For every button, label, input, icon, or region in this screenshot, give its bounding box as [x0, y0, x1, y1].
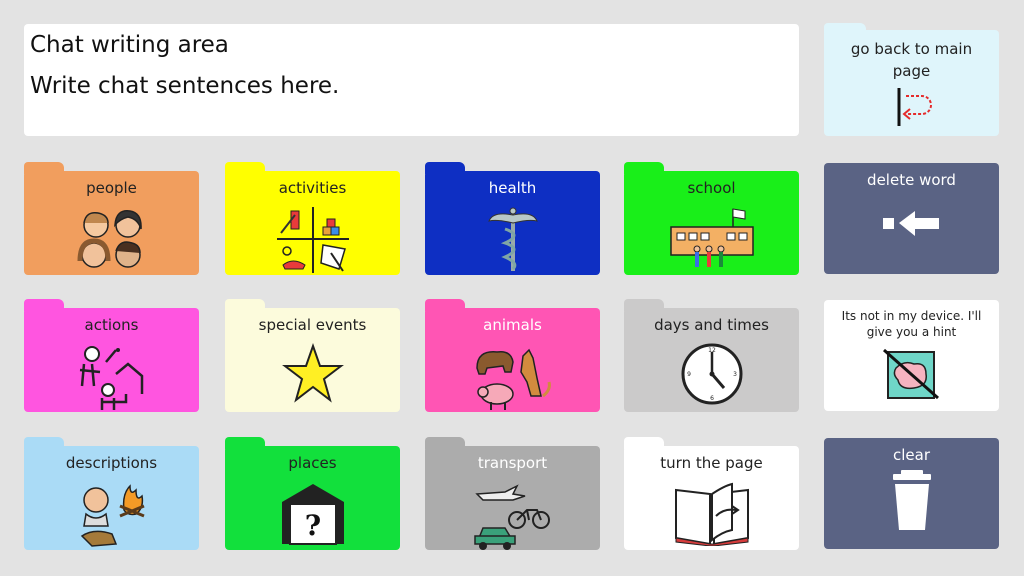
- folder-people[interactable]: people: [24, 162, 199, 275]
- chat-writing-area[interactable]: Chat writing area Write chat sentences h…: [24, 24, 799, 136]
- health-icon: [425, 205, 600, 279]
- chat-placeholder: Write chat sentences here.: [30, 73, 340, 99]
- go-back-button[interactable]: go back to main page: [824, 23, 999, 136]
- folder-label: animals: [483, 316, 542, 334]
- folder-health[interactable]: health: [425, 162, 600, 275]
- folder-tab: [24, 437, 64, 449]
- folder-activities[interactable]: activities: [225, 162, 400, 275]
- folder-tab: [425, 437, 465, 449]
- animals-icon: [425, 342, 600, 416]
- delete-word-button[interactable]: delete word: [824, 163, 999, 274]
- folder-tab: [225, 437, 265, 449]
- folder-label: turn the page: [660, 454, 763, 472]
- hint-button[interactable]: Its not in my device. I'll give you a hi…: [824, 300, 999, 411]
- return-arrow-icon: [897, 88, 932, 126]
- folder-transport[interactable]: transport: [425, 437, 600, 550]
- folder-label: actions: [84, 316, 139, 334]
- folder-tab: [24, 162, 64, 174]
- folder-places[interactable]: places ?: [225, 437, 400, 550]
- folder-animals[interactable]: animals: [425, 299, 600, 412]
- folder-tab: [425, 299, 465, 311]
- svg-text:3: 3: [733, 371, 737, 378]
- folder-label: activities: [278, 179, 347, 197]
- people-icon: [24, 205, 199, 279]
- folder-label: people: [86, 179, 137, 197]
- folder-tab: [225, 162, 265, 174]
- actions-icon: [24, 342, 199, 416]
- chat-title: Chat writing area: [30, 32, 229, 58]
- descriptions-icon: [24, 480, 199, 554]
- clear-button[interactable]: clear: [824, 438, 999, 549]
- svg-text:12: 12: [708, 347, 716, 354]
- folder-label: places: [288, 454, 337, 472]
- folder-tab: [624, 437, 664, 449]
- folder-label: descriptions: [65, 454, 158, 472]
- hint-label: Its not in my device. I'll give you a hi…: [841, 309, 982, 339]
- book-icon: [624, 480, 799, 550]
- folder-label: days and times: [654, 316, 769, 334]
- star-icon: [225, 342, 400, 410]
- school-icon: [624, 205, 799, 279]
- folder-tab: [824, 23, 866, 33]
- folder-school[interactable]: school: [624, 162, 799, 275]
- go-back-label: go back to main page: [850, 40, 973, 80]
- transport-icon: [425, 480, 600, 554]
- backspace-arrow-icon: [882, 211, 939, 236]
- svg-text:9: 9: [687, 371, 691, 378]
- activities-icon: [225, 205, 400, 279]
- folder-descriptions[interactable]: descriptions: [24, 437, 199, 550]
- folder-days-and-times[interactable]: days and times 12 3 6 9: [624, 299, 799, 412]
- folder-tab: [425, 162, 465, 174]
- folder-special-events[interactable]: special events: [225, 299, 400, 412]
- places-icon: ?: [225, 480, 400, 550]
- delete-word-label: delete word: [867, 171, 956, 189]
- clear-label: clear: [892, 446, 930, 464]
- folder-actions[interactable]: actions: [24, 299, 199, 412]
- folder-label: health: [488, 179, 537, 197]
- trash-icon: [892, 470, 931, 530]
- clock-icon: 12 3 6 9: [624, 342, 799, 410]
- folder-label: school: [687, 179, 736, 197]
- folder-tab: [225, 299, 265, 311]
- folder-label: special events: [258, 316, 367, 334]
- folder-turn-the-page[interactable]: turn the page: [624, 437, 799, 550]
- no-picture-icon: [882, 348, 939, 400]
- folder-tab: [624, 299, 664, 311]
- svg-text:6: 6: [710, 395, 714, 402]
- svg-text:?: ?: [304, 509, 320, 542]
- folder-tab: [24, 299, 64, 311]
- folder-label: transport: [477, 454, 548, 472]
- folder-tab: [624, 162, 664, 174]
